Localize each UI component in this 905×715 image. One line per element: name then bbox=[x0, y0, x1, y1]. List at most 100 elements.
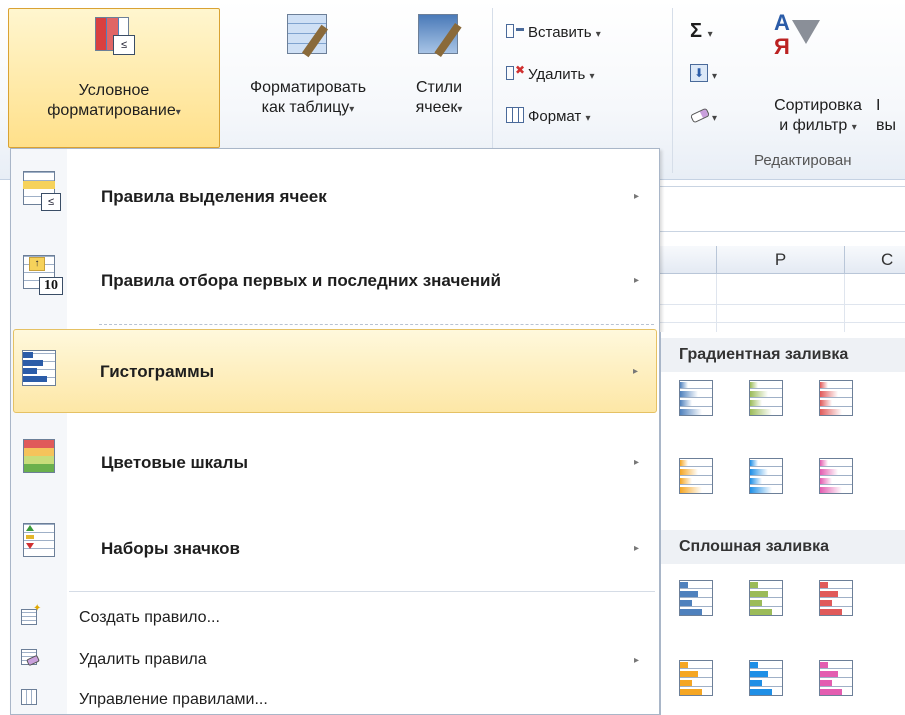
menu-item-color-scales[interactable]: Цветовые шкалы ▸ bbox=[13, 421, 657, 501]
column-header-p[interactable]: P bbox=[716, 246, 844, 274]
submenu-arrow-icon: ▸ bbox=[632, 366, 638, 377]
dropdown-arrow-icon: ▾ bbox=[707, 29, 713, 40]
gradient-fill-data-bar-blue-icon[interactable] bbox=[679, 380, 715, 418]
cell-styles-button[interactable]: Стили ячеек▾ bbox=[400, 14, 478, 120]
data-bars-icon bbox=[22, 350, 62, 390]
clear-rules-icon bbox=[21, 649, 41, 669]
find-select-button-partial[interactable]: I вы bbox=[876, 96, 896, 136]
conditional-formatting-button[interactable]: ≤ Условное форматирование▾ bbox=[8, 8, 220, 148]
sort-icon-letter-ya: Я bbox=[774, 34, 790, 59]
solid-fill-header: Сплошная заливка bbox=[661, 530, 905, 564]
grid-row bbox=[660, 322, 905, 323]
menu-item-label: Управление правилами... bbox=[79, 691, 268, 708]
cell-styles-label-line1: Стили bbox=[415, 79, 463, 96]
gradient-fill-header: Градиентная заливка bbox=[661, 338, 905, 372]
dropdown-arrow-icon: ▾ bbox=[585, 113, 591, 124]
menu-item-label: Гистограммы bbox=[100, 362, 215, 381]
icon-sets-icon bbox=[23, 523, 63, 563]
format-cells-icon bbox=[506, 106, 524, 124]
find-select-label-line1: I bbox=[876, 97, 881, 114]
solid-fill-data-bar-orange-icon[interactable] bbox=[679, 660, 715, 698]
worksheet-area: P C bbox=[660, 180, 905, 340]
top-bottom-rules-icon: ↑ 10 bbox=[23, 255, 63, 295]
solid-fill-data-bar-purple-icon[interactable] bbox=[819, 660, 855, 698]
insert-button[interactable]: Вставить ▾ bbox=[506, 20, 601, 46]
grid-line bbox=[844, 274, 845, 334]
editing-group-label: Редактирован bbox=[754, 152, 852, 169]
submenu-arrow-icon: ▸ bbox=[633, 275, 639, 286]
menu-item-label: Правила отбора первых и последних значен… bbox=[101, 271, 501, 290]
solid-fill-data-bar-green-icon[interactable] bbox=[749, 580, 785, 618]
sort-label-line1: Сортировка bbox=[774, 97, 862, 114]
submenu-arrow-icon: ▸ bbox=[633, 543, 639, 554]
menu-item-label: Цветовые шкалы bbox=[101, 453, 248, 472]
menu-item-label: Правила выделения ячеек bbox=[101, 187, 327, 206]
solid-fill-data-bar-light-blue-icon[interactable] bbox=[749, 660, 785, 698]
find-select-label-line2: вы bbox=[876, 117, 896, 134]
menu-item-data-bars[interactable]: Гистограммы ▸ bbox=[13, 329, 657, 413]
cell-styles-label-line2: ячеек bbox=[415, 99, 458, 116]
conditional-formatting-label-line2: форматирование bbox=[47, 102, 176, 119]
gradient-fill-data-bar-green-icon[interactable] bbox=[749, 380, 785, 418]
column-header-c[interactable]: C bbox=[844, 246, 905, 274]
highlight-cells-rules-icon: ≤ bbox=[23, 171, 63, 211]
insert-cells-icon bbox=[506, 22, 524, 40]
dropdown-arrow-icon: ▾ bbox=[349, 104, 355, 115]
dropdown-arrow-icon: ▾ bbox=[595, 29, 601, 40]
fill-down-icon: ⬇ bbox=[690, 64, 708, 82]
submenu-arrow-icon: ▸ bbox=[633, 457, 639, 468]
menu-item-label: Удалить правила bbox=[79, 651, 207, 668]
autosum-button[interactable]: Σ ▾ bbox=[690, 18, 713, 44]
solid-fill-data-bar-red-icon[interactable] bbox=[819, 580, 855, 618]
dropdown-arrow-icon: ▾ bbox=[851, 122, 857, 133]
format-as-table-icon bbox=[285, 14, 331, 60]
format-as-table-button[interactable]: Форматировать как таблицу▾ bbox=[218, 14, 398, 120]
sort-and-filter-button[interactable]: А Я Сортировка и фильтр ▾ bbox=[748, 12, 888, 138]
gradient-fill-data-bar-orange-icon[interactable] bbox=[679, 458, 715, 496]
menu-separator bbox=[69, 591, 655, 592]
solid-fill-data-bar-blue-icon[interactable] bbox=[679, 580, 715, 618]
new-rule-icon: ✦ bbox=[21, 603, 41, 627]
dropdown-arrow-icon: ▾ bbox=[457, 104, 463, 115]
delete-button[interactable]: ✖ Удалить ▾ bbox=[506, 62, 594, 88]
gradient-fill-data-bar-red-icon[interactable] bbox=[819, 380, 855, 418]
conditional-formatting-icon: ≤ bbox=[91, 15, 137, 61]
sigma-icon: Σ bbox=[690, 20, 703, 42]
manage-rules-icon bbox=[21, 689, 41, 709]
clear-button[interactable]: ▾ bbox=[689, 104, 717, 130]
color-scales-icon bbox=[23, 439, 63, 479]
insert-label: Вставить bbox=[528, 24, 592, 41]
grid-line bbox=[716, 274, 717, 334]
submenu-arrow-icon: ▸ bbox=[633, 655, 639, 666]
format-as-table-label-line1: Форматировать bbox=[249, 79, 367, 96]
dropdown-arrow-icon: ▾ bbox=[589, 71, 595, 82]
eraser-icon bbox=[689, 106, 711, 124]
dropdown-arrow-icon: ▾ bbox=[712, 71, 718, 82]
gradient-fill-data-bar-purple-icon[interactable] bbox=[819, 458, 855, 496]
data-bars-submenu: Градиентная заливка Сплошная заливка bbox=[660, 332, 905, 715]
conditional-formatting-label-line1: Условное bbox=[78, 82, 150, 99]
menu-item-label: Создать правило... bbox=[79, 609, 220, 626]
menu-item-top-bottom-rules[interactable]: ↑ 10 Правила отбора первых и последних з… bbox=[13, 241, 657, 319]
column-header-row: P C bbox=[660, 246, 905, 274]
top-ten-icon-text: 10 bbox=[39, 277, 63, 295]
menu-item-manage-rules[interactable]: Управление правилами... bbox=[13, 683, 657, 715]
menu-item-icon-sets[interactable]: Наборы значков ▸ bbox=[13, 507, 657, 587]
sort-icon-letter-a: А bbox=[774, 10, 790, 35]
delete-label: Удалить bbox=[528, 66, 586, 83]
delete-cells-icon: ✖ bbox=[506, 64, 525, 82]
menu-item-highlight-cells-rules[interactable]: ≤ Правила выделения ячеек ▸ bbox=[13, 157, 657, 237]
menu-item-clear-rules[interactable]: Удалить правила ▸ bbox=[13, 643, 657, 679]
dropdown-arrow-icon: ▾ bbox=[175, 107, 181, 118]
gradient-fill-data-bar-light-blue-icon[interactable] bbox=[749, 458, 785, 496]
formula-bar[interactable] bbox=[660, 186, 905, 232]
format-as-table-label-line2: как таблицу bbox=[261, 99, 350, 116]
submenu-arrow-icon: ▸ bbox=[633, 191, 639, 202]
menu-separator bbox=[99, 324, 654, 325]
conditional-formatting-menu: ≤ Правила выделения ячеек ▸ ↑ 10 Правила… bbox=[10, 148, 660, 715]
format-button[interactable]: Формат ▾ bbox=[506, 104, 591, 130]
sort-filter-icon: А Я bbox=[768, 10, 820, 82]
menu-item-new-rule[interactable]: ✦ Создать правило... bbox=[13, 601, 657, 637]
menu-item-label: Наборы значков bbox=[101, 539, 240, 558]
fill-button[interactable]: ⬇ ▾ bbox=[690, 62, 717, 88]
